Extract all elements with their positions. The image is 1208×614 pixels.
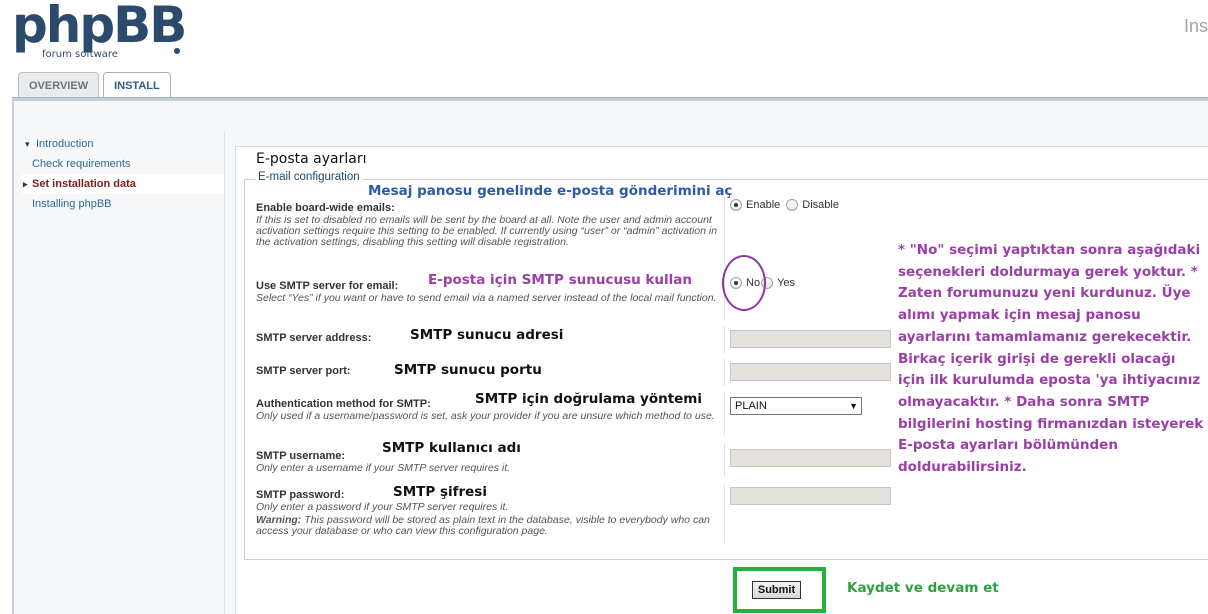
logo-registered-mark bbox=[174, 48, 180, 54]
annotation-submit: Kaydet ve devam et bbox=[847, 580, 999, 596]
sidebar-item-label: Introduction bbox=[36, 138, 94, 150]
disable-radio[interactable] bbox=[786, 199, 799, 211]
smtp-auth-select[interactable]: PLAIN ▼ bbox=[730, 397, 862, 415]
smtp-address-input[interactable] bbox=[730, 330, 891, 348]
sidebar-divider bbox=[224, 132, 225, 614]
current-arrow-icon: ▸ bbox=[23, 179, 28, 189]
annotation-smtp-password: SMTP şifresi bbox=[393, 484, 487, 500]
disable-radio-label[interactable]: Disable bbox=[802, 199, 839, 211]
sidebar-item-set-installation-data[interactable]: ▸ Set installation data bbox=[22, 174, 224, 194]
warning-text: This password will be stored as plain te… bbox=[256, 514, 710, 537]
dropdown-arrow-icon: ▼ bbox=[849, 401, 858, 411]
annotation-smtp-auth: SMTP için doğrulama yöntemi bbox=[475, 391, 703, 407]
logo-wordmark: phpBB bbox=[12, 0, 187, 54]
sidebar-item-installing-phpbb[interactable]: Installing phpBB bbox=[22, 194, 224, 214]
smtp-username-description: Only enter a username if your SMTP serve… bbox=[256, 462, 511, 474]
smtp-password-label: SMTP password: bbox=[256, 489, 345, 501]
highlight-circle bbox=[722, 255, 766, 311]
smtp-username-label: SMTP username: bbox=[256, 450, 346, 462]
fieldset-legend: E-mail configuration bbox=[256, 171, 362, 183]
enable-radio[interactable] bbox=[730, 199, 742, 211]
smtp-password-warning: Warning: This password will be stored as… bbox=[256, 515, 726, 537]
smtp-description: Select “Yes” if you want or have to send… bbox=[256, 292, 717, 304]
annotation-smtp: E-posta için SMTP sunucusu kullan bbox=[428, 272, 692, 288]
smtp-password-input[interactable] bbox=[730, 487, 891, 505]
sidebar-item-label: Check requirements bbox=[32, 158, 131, 170]
board-email-radios: Enable Disable bbox=[730, 199, 845, 211]
tab-overview[interactable]: OVERVIEW bbox=[18, 72, 100, 98]
tab-install[interactable]: INSTALL bbox=[103, 72, 171, 99]
expand-arrow-icon: ▾ bbox=[25, 139, 30, 149]
sidebar-item-label: Installing phpBB bbox=[32, 198, 112, 210]
enable-radio-label[interactable]: Enable bbox=[746, 199, 780, 211]
logo-tagline: forum software bbox=[42, 49, 118, 60]
annotation-smtp-address: SMTP sunucu adresi bbox=[410, 327, 564, 343]
sidebar-item-check-requirements[interactable]: Check requirements bbox=[22, 154, 224, 174]
board-email-label: Enable board-wide emails: bbox=[256, 202, 395, 214]
sidebar: ▾ Introduction Check requirements ▸ Set … bbox=[22, 134, 224, 214]
smtp-port-label: SMTP server port: bbox=[256, 365, 351, 377]
phpbb-logo[interactable]: phpBB forum software bbox=[12, 0, 187, 64]
page-title: E-posta ayarları bbox=[256, 151, 367, 167]
annotation-board-email: Mesaj panosu genelinde e-posta gönderimi… bbox=[368, 183, 733, 199]
submit-button[interactable]: Submit bbox=[752, 581, 801, 599]
sidebar-item-label: Set installation data bbox=[32, 178, 136, 190]
smtp-username-input[interactable] bbox=[730, 449, 891, 467]
smtp-port-input[interactable] bbox=[730, 363, 891, 381]
smtp-auth-label: Authentication method for SMTP: bbox=[256, 398, 431, 410]
board-email-description: If this is set to disabled no emails wil… bbox=[256, 214, 718, 248]
sidebar-item-introduction[interactable]: ▾ Introduction bbox=[22, 134, 224, 154]
row-divider bbox=[724, 359, 725, 386]
smtp-auth-selected: PLAIN bbox=[735, 400, 767, 412]
annotation-note: * "No" seçimi yaptıktan sonra aşağıdaki … bbox=[898, 242, 1204, 476]
top-tabs: OVERVIEW INSTALL bbox=[18, 72, 171, 99]
smtp-label: Use SMTP server for email: bbox=[256, 280, 399, 292]
page-header-text: Ins bbox=[1183, 16, 1208, 36]
smtp-auth-description: Only used if a username/password is set,… bbox=[256, 410, 715, 422]
annotation-smtp-username: SMTP kullanıcı adı bbox=[382, 440, 521, 456]
row-divider bbox=[724, 326, 725, 353]
smtp-yes-label[interactable]: Yes bbox=[777, 277, 795, 289]
smtp-password-description: Only enter a password if your SMTP serve… bbox=[256, 501, 509, 513]
smtp-address-label: SMTP server address: bbox=[256, 332, 372, 344]
annotation-smtp-port: SMTP sunucu portu bbox=[394, 362, 542, 378]
